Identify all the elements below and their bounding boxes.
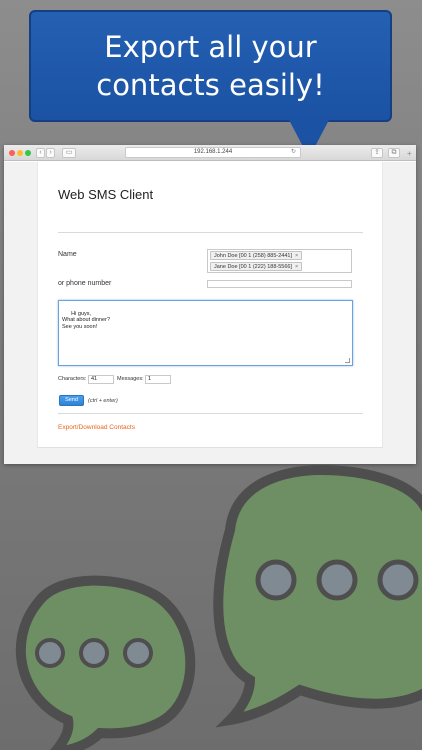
- dot-icon: [377, 559, 419, 601]
- dot-icon: [35, 638, 65, 668]
- dot-icon: [316, 559, 358, 601]
- dot-icon: [255, 559, 297, 601]
- chat-bubbles-illustration: [15, 464, 422, 750]
- typing-dots-large: [255, 559, 419, 601]
- dot-icon: [123, 638, 153, 668]
- typing-dots-small: [35, 638, 153, 668]
- dot-icon: [79, 638, 109, 668]
